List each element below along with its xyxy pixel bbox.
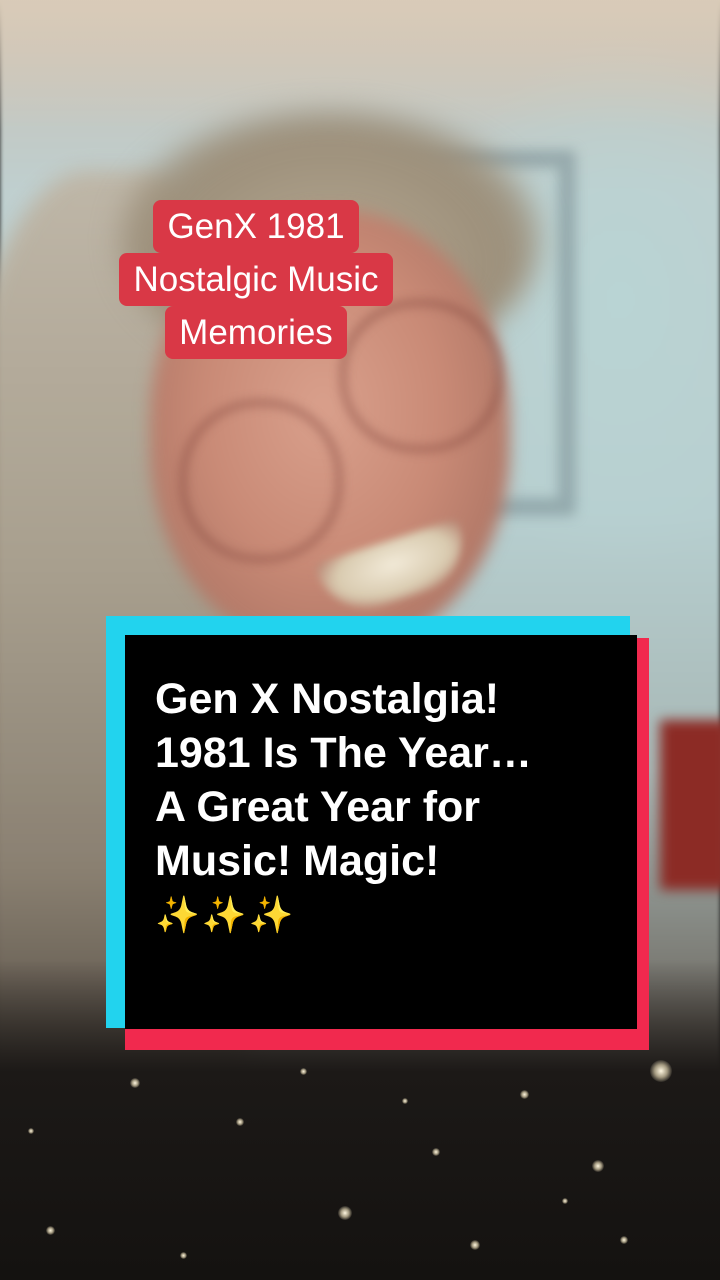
glasses-left-lens — [180, 400, 342, 562]
background-red-object — [660, 720, 720, 890]
sparkle-dot — [592, 1160, 604, 1172]
sparkle-dot — [46, 1226, 55, 1235]
caption-line: Music! Magic! — [155, 837, 440, 885]
sparkle-dot — [470, 1240, 480, 1250]
caption-line: A Great Year for — [155, 783, 481, 831]
overlay-title-line: Nostalgic Music — [119, 253, 393, 306]
sparkle-dot — [236, 1118, 244, 1126]
sparkle-dot — [300, 1068, 307, 1075]
caption-text: Gen X Nostalgia! 1981 Is The Year… A Gre… — [155, 672, 625, 942]
sparkle-dot — [402, 1098, 408, 1104]
sparkle-dot — [620, 1236, 628, 1244]
sparkles-icon: ✨✨✨ — [155, 894, 296, 935]
overlay-title-label: GenX 1981 Nostalgic Music Memories — [86, 200, 426, 359]
sparkle-dot — [520, 1090, 529, 1099]
sparkle-dot — [130, 1078, 140, 1088]
sparkle-dot — [338, 1206, 352, 1220]
caption-line: 1981 Is The Year… — [155, 729, 532, 777]
sparkle-dot — [650, 1060, 672, 1082]
video-frame[interactable]: GenX 1981 Nostalgic Music Memories Gen X… — [0, 0, 720, 1280]
overlay-title-line: GenX 1981 — [153, 200, 359, 253]
caption-card: Gen X Nostalgia! 1981 Is The Year… A Gre… — [106, 616, 649, 1050]
caption-line: Gen X Nostalgia! — [155, 675, 500, 723]
sparkle-dot — [432, 1148, 440, 1156]
sparkle-dot — [180, 1252, 187, 1259]
sparkle-dot — [28, 1128, 34, 1134]
overlay-title-line: Memories — [165, 306, 347, 359]
sparkle-dot — [562, 1198, 568, 1204]
